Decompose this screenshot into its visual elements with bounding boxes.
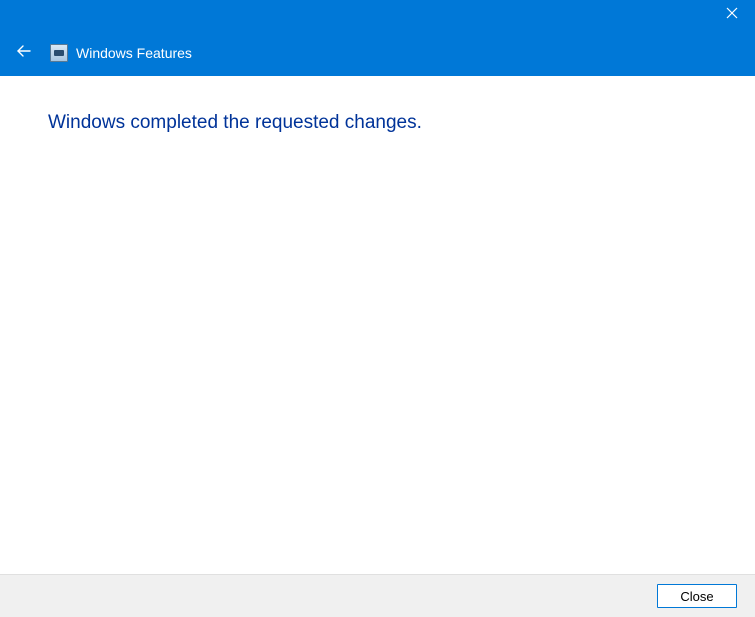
status-message: Windows completed the requested changes.: [48, 112, 707, 134]
back-button[interactable]: [12, 41, 36, 65]
back-arrow-icon: [15, 42, 33, 65]
close-icon: [726, 6, 738, 24]
close-button[interactable]: Close: [657, 584, 737, 608]
content-area: Windows completed the requested changes.: [0, 76, 755, 574]
footer-bar: Close: [0, 574, 755, 617]
windows-features-icon: [50, 44, 68, 62]
window-title: Windows Features: [76, 45, 192, 61]
header-row: Windows Features: [12, 42, 192, 64]
window-close-button[interactable]: [709, 0, 755, 30]
title-bar: Windows Features: [0, 0, 755, 76]
